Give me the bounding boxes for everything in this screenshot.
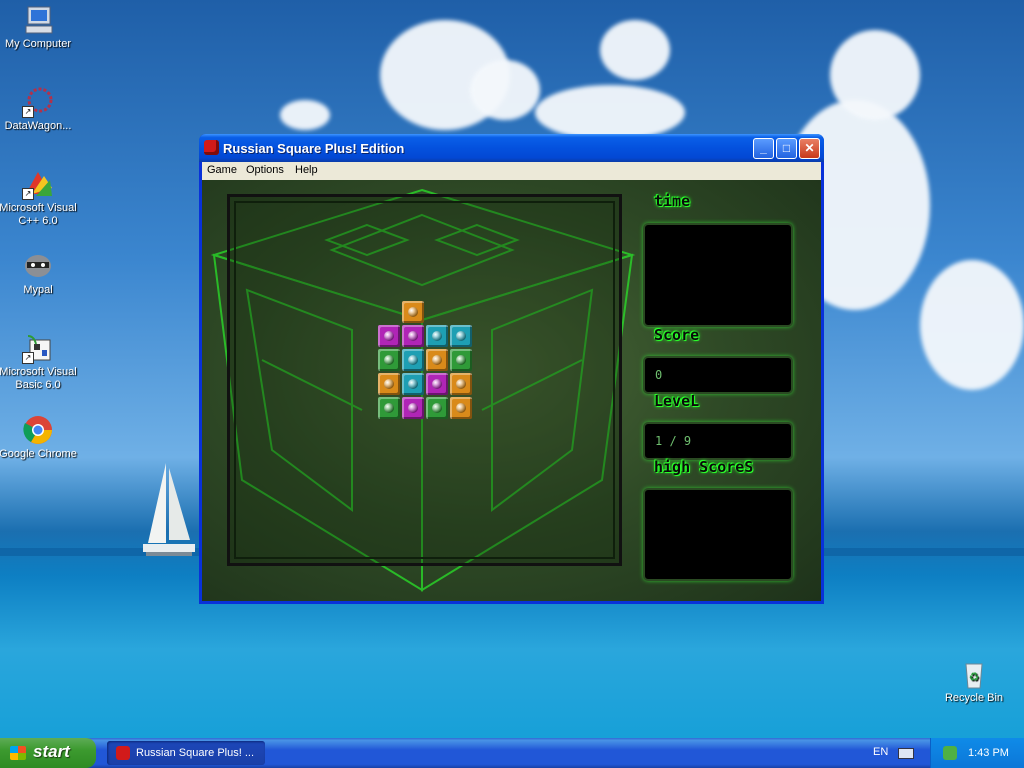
block-green bbox=[378, 397, 400, 419]
block-purple bbox=[378, 325, 400, 347]
keyboard-icon[interactable] bbox=[898, 748, 914, 759]
desktop-icon-my-computer[interactable]: My Computer bbox=[0, 4, 78, 51]
desktop-icon-recycle-bin[interactable]: ♻ Recycle Bin bbox=[934, 658, 1014, 705]
block-purple bbox=[402, 325, 424, 347]
block-green bbox=[426, 397, 448, 419]
cloud bbox=[920, 260, 1024, 390]
block-orange bbox=[402, 301, 424, 323]
block-green bbox=[450, 349, 472, 371]
shortcut-arrow-icon: ↗ bbox=[22, 352, 34, 364]
app-icon bbox=[204, 140, 219, 155]
desktop-icon-visual-cpp[interactable]: ↗ Microsoft Visual C++ 6.0 bbox=[0, 168, 78, 228]
game-window: Russian Square Plus! Edition _ □ ✕ Game … bbox=[199, 134, 824, 604]
taskbar-button-label: Russian Square Plus! ... bbox=[136, 747, 255, 759]
recycle-bin-icon: ♻ bbox=[958, 658, 990, 690]
block-teal bbox=[450, 325, 472, 347]
sailboat bbox=[143, 463, 195, 556]
desktop-icon-visual-basic[interactable]: ↗ Microsoft Visual Basic 6.0 bbox=[0, 332, 78, 392]
visual-cpp-icon: ↗ bbox=[22, 168, 54, 200]
cloud bbox=[600, 20, 670, 80]
tray-app-icon[interactable] bbox=[943, 746, 957, 760]
high-scores-label: high ScoreS bbox=[654, 458, 754, 476]
title-bar[interactable]: Russian Square Plus! Edition _ □ ✕ bbox=[199, 134, 824, 162]
block-orange bbox=[450, 397, 472, 419]
clock: 1:43 PM bbox=[968, 747, 1009, 759]
desktop-icon-label: Mypal bbox=[23, 284, 53, 296]
taskbar-button-russian-square[interactable]: Russian Square Plus! ... bbox=[107, 741, 265, 765]
level-value: 1 / 9 bbox=[655, 434, 692, 448]
menu-bar: Game Options Help bbox=[202, 162, 821, 180]
block-orange bbox=[378, 373, 400, 395]
start-button[interactable]: start bbox=[0, 738, 96, 768]
app-icon bbox=[116, 746, 130, 760]
time-label: time bbox=[654, 192, 691, 210]
game-area: time Score 0 LeveL 1 / 9 high ScoreS bbox=[202, 180, 821, 601]
menu-options[interactable]: Options bbox=[246, 164, 284, 176]
shortcut-arrow-icon: ↗ bbox=[22, 106, 34, 118]
start-label: start bbox=[33, 742, 70, 761]
level-label: LeveL bbox=[654, 392, 700, 410]
svg-text:♻: ♻ bbox=[969, 670, 980, 684]
visual-basic-icon: ↗ bbox=[22, 332, 54, 364]
score-label: Score bbox=[654, 326, 700, 344]
level-display: 1 / 9 bbox=[643, 422, 793, 460]
block-orange bbox=[426, 349, 448, 371]
desktop-icon-label: Google Chrome bbox=[0, 448, 77, 460]
language-indicator[interactable]: EN bbox=[873, 746, 888, 758]
playfield[interactable] bbox=[227, 194, 622, 566]
high-scores-display bbox=[643, 488, 793, 581]
desktop-icon-mypal[interactable]: Mypal bbox=[0, 250, 78, 297]
block-teal bbox=[426, 325, 448, 347]
close-button[interactable]: ✕ bbox=[799, 138, 820, 159]
score-value: 0 bbox=[655, 368, 663, 382]
windows-logo-icon bbox=[10, 746, 26, 760]
desktop-icon-label: My Computer bbox=[4, 38, 72, 50]
desktop-icon-label: DataWagon... bbox=[4, 120, 72, 132]
taskbar: start Russian Square Plus! ... EN 1:43 P… bbox=[0, 738, 1024, 768]
shortcut-arrow-icon: ↗ bbox=[22, 188, 34, 200]
block-orange bbox=[450, 373, 472, 395]
cloud bbox=[830, 30, 920, 120]
block-teal bbox=[402, 349, 424, 371]
my-computer-icon bbox=[22, 4, 54, 36]
block-purple bbox=[426, 373, 448, 395]
maximize-button[interactable]: □ bbox=[776, 138, 797, 159]
cloud bbox=[280, 100, 330, 130]
cloud bbox=[535, 85, 685, 140]
block-green bbox=[378, 349, 400, 371]
block-teal bbox=[402, 373, 424, 395]
score-display: 0 bbox=[643, 356, 793, 394]
minimize-button[interactable]: _ bbox=[753, 138, 774, 159]
desktop-icon-label: Recycle Bin bbox=[944, 692, 1004, 704]
chrome-icon bbox=[22, 414, 54, 446]
menu-help[interactable]: Help bbox=[295, 164, 318, 176]
block-purple bbox=[402, 397, 424, 419]
mypal-raccoon-icon bbox=[22, 250, 54, 282]
window-title: Russian Square Plus! Edition bbox=[223, 141, 405, 156]
datawagon-icon: ↗ bbox=[22, 86, 54, 118]
cloud bbox=[470, 60, 540, 120]
system-tray: 1:43 PM bbox=[930, 738, 1024, 768]
time-display bbox=[643, 223, 793, 327]
desktop-icon-label: Microsoft Visual Basic 6.0 bbox=[0, 366, 77, 391]
menu-game[interactable]: Game bbox=[207, 164, 237, 176]
desktop-icon-label: Microsoft Visual C++ 6.0 bbox=[0, 202, 77, 227]
desktop-icon-google-chrome[interactable]: Google Chrome bbox=[0, 414, 78, 461]
desktop-icon-datawagon[interactable]: ↗ DataWagon... bbox=[0, 86, 78, 133]
